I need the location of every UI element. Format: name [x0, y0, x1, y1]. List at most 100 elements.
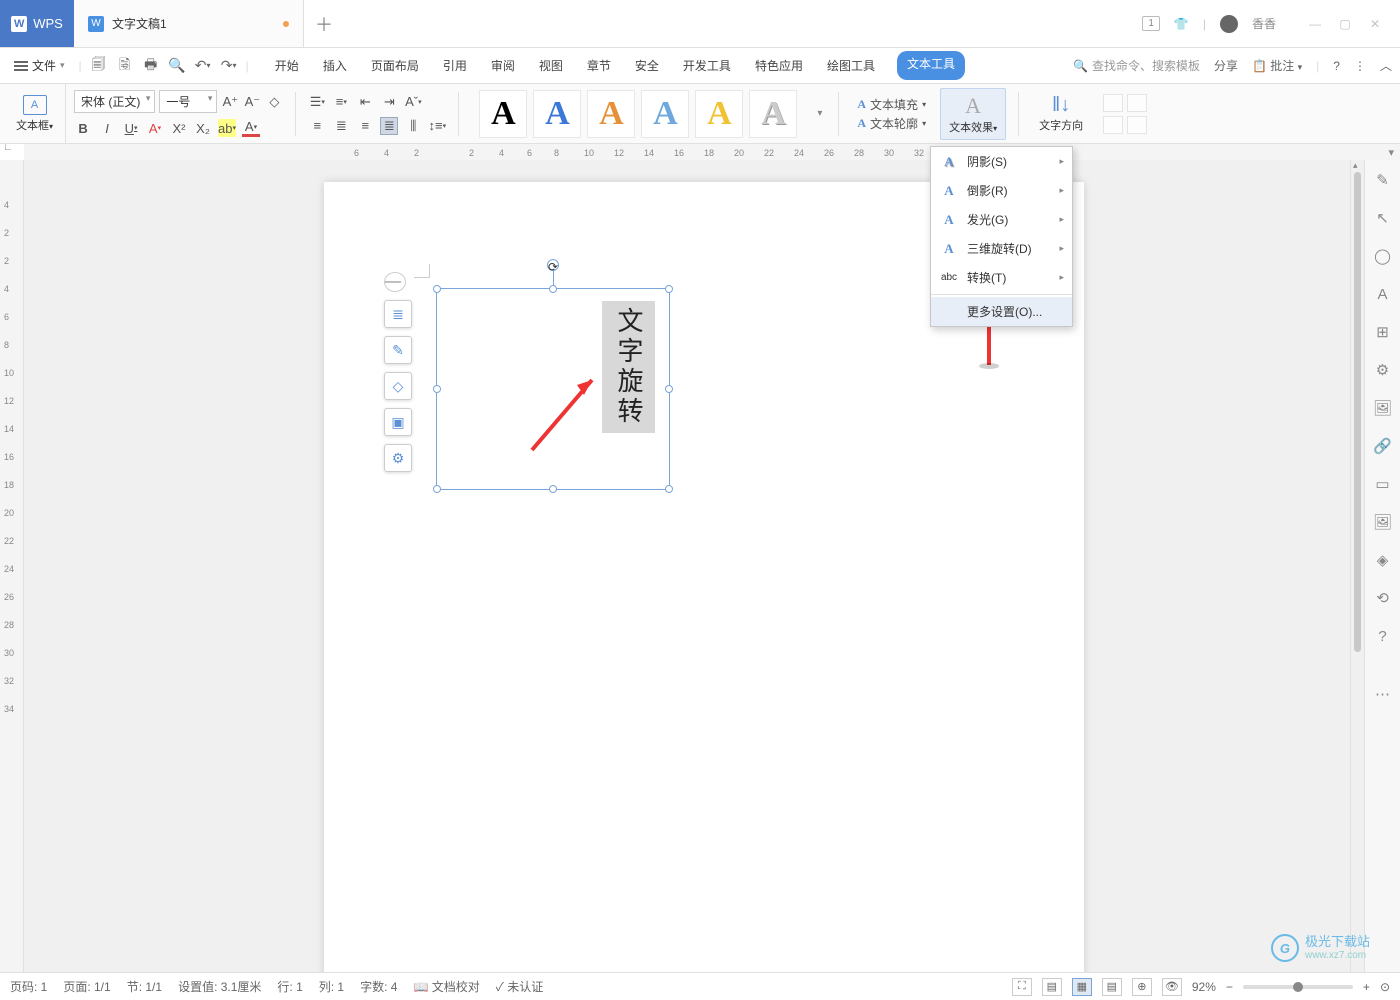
print-icon[interactable]: 🖶 — [142, 57, 160, 75]
subscript-icon[interactable]: X₂ — [194, 119, 212, 137]
read-view-icon[interactable]: ▤ — [1042, 978, 1062, 996]
wordart-style-0[interactable]: A — [479, 90, 527, 138]
wordart-style-4[interactable]: A — [695, 90, 743, 138]
clear-format-icon[interactable]: ◇ — [265, 93, 283, 111]
case-icon[interactable]: Aˇ▾ — [404, 93, 422, 111]
edit-shape-icon[interactable]: ✎ — [384, 336, 412, 364]
wordart-style-3[interactable]: A — [641, 90, 689, 138]
status-page-no[interactable]: 页码: 1 — [10, 978, 47, 995]
resize-handle[interactable] — [433, 285, 441, 293]
undo-icon[interactable]: ↶▾ — [194, 57, 212, 75]
layout-options-icon[interactable]: ≣ — [384, 300, 412, 328]
preview-icon[interactable]: 🔍 — [168, 57, 186, 75]
more-shape-icon[interactable]: ⚙ — [384, 444, 412, 472]
text-outline-button[interactable]: A 文本轮廓▾ — [857, 115, 926, 132]
zoom-value[interactable]: 92% — [1192, 980, 1216, 994]
comment-button[interactable]: 📋 批注 ▾ — [1252, 57, 1302, 74]
template-icon[interactable]: 🖼 — [1373, 398, 1393, 418]
document-area[interactable]: ⟳ 文字旋转 — ≣ ✎ ◇ ▣ ⚙ — [24, 160, 1350, 972]
select-icon[interactable]: ↖ — [1373, 208, 1393, 228]
next-textbox-icon[interactable] — [1127, 116, 1147, 134]
help-icon[interactable]: ? — [1333, 59, 1340, 73]
close-button[interactable]: ✕ — [1360, 9, 1390, 39]
align-center-icon[interactable]: ≣ — [332, 117, 350, 135]
print-preview-icon[interactable]: 🗟 — [116, 57, 134, 75]
dropdown-item-1[interactable]: A倒影(R)▸ — [931, 176, 1072, 205]
font-color-icon[interactable]: A▾ — [242, 119, 260, 137]
resize-handle[interactable] — [665, 385, 673, 393]
status-auth[interactable]: ✓ 未认证 — [496, 978, 544, 995]
prev-textbox-icon[interactable] — [1103, 116, 1123, 134]
wps-brand[interactable]: W WPS — [0, 0, 74, 47]
selected-text[interactable]: 文字旋转 — [602, 301, 655, 433]
dropdown-item-4[interactable]: abc转换(T)▸ — [931, 263, 1072, 292]
scrollbar-thumb[interactable] — [1354, 172, 1361, 652]
document-tab[interactable]: W 文字文稿1 — [74, 0, 304, 47]
zoom-in-icon[interactable]: + — [1363, 980, 1370, 994]
align-left-icon[interactable]: ≡ — [308, 117, 326, 135]
underline-icon[interactable]: U▾ — [122, 119, 140, 137]
align-justify-icon[interactable]: ≣ — [380, 117, 398, 135]
textbox-shape[interactable]: ⟳ 文字旋转 — [436, 288, 670, 490]
bold-icon[interactable]: B — [74, 119, 92, 137]
textbox-group[interactable]: A 文本框▾ — [10, 84, 66, 143]
more-sidebar-icon[interactable]: ⋯ — [1373, 684, 1393, 704]
bookmark-icon[interactable]: ▭ — [1373, 474, 1393, 494]
menu-tab-4[interactable]: 审阅 — [489, 51, 517, 80]
status-wordcount[interactable]: 字数: 4 — [360, 978, 397, 995]
superscript-icon[interactable]: X² — [170, 119, 188, 137]
fill-shape-icon[interactable]: ◇ — [384, 372, 412, 400]
fit-icon[interactable]: ⊙ — [1380, 980, 1390, 994]
menu-tab-8[interactable]: 开发工具 — [681, 51, 733, 80]
shield-icon[interactable]: ◈ — [1373, 550, 1393, 570]
strike-icon[interactable]: A▾ — [146, 119, 164, 137]
settings-icon[interactable]: ⚙ — [1373, 360, 1393, 380]
format-A-icon[interactable]: A — [1373, 284, 1393, 304]
avatar[interactable] — [1220, 15, 1238, 33]
menu-tab-9[interactable]: 特色应用 — [753, 51, 805, 80]
bullet-list-icon[interactable]: ☰▾ — [308, 93, 326, 111]
align-right-icon[interactable]: ≡ — [356, 117, 374, 135]
wordart-style-5[interactable]: A — [749, 90, 797, 138]
dropdown-more-settings[interactable]: 更多设置(O)... — [931, 297, 1072, 326]
menu-tab-11[interactable]: 文本工具 — [897, 51, 965, 80]
status-proof[interactable]: 📖 文档校对 — [413, 978, 479, 995]
menu-tab-0[interactable]: 开始 — [273, 51, 301, 80]
menu-tab-2[interactable]: 页面布局 — [369, 51, 421, 80]
more-icon[interactable]: ⋮ — [1354, 59, 1366, 73]
highlight-icon[interactable]: ab▾ — [218, 119, 236, 137]
collapse-toolbar-icon[interactable]: — — [384, 272, 406, 292]
zoom-out-icon[interactable]: − — [1226, 980, 1233, 994]
link-textbox-icon[interactable] — [1103, 94, 1123, 112]
indent-icon[interactable]: ⇥ — [380, 93, 398, 111]
dropdown-item-0[interactable]: A阴影(S)▸ — [931, 147, 1072, 176]
rotate-handle[interactable]: ⟳ — [547, 259, 559, 271]
shape-tool-icon[interactable]: ◯ — [1373, 246, 1393, 266]
table-icon[interactable]: ⊞ — [1373, 322, 1393, 342]
wrap-text-icon[interactable]: ▣ — [384, 408, 412, 436]
page-view-icon[interactable]: ▦ — [1072, 978, 1092, 996]
share-button[interactable]: 分享 — [1214, 57, 1238, 74]
resize-handle[interactable] — [665, 485, 673, 493]
username[interactable]: 香香 — [1252, 15, 1276, 32]
menu-tab-1[interactable]: 插入 — [321, 51, 349, 80]
dropdown-item-3[interactable]: A三维旋转(D)▸ — [931, 234, 1072, 263]
vertical-ruler[interactable]: 42246810121416182022242628303234 — [0, 160, 24, 972]
resize-handle[interactable] — [433, 485, 441, 493]
web-view-icon[interactable]: ⊕ — [1132, 978, 1152, 996]
shrink-font-icon[interactable]: A⁻ — [243, 93, 261, 111]
ruler-collapse-icon[interactable]: ▾ — [1388, 146, 1394, 159]
font-name-select[interactable]: 宋体 (正文) — [74, 90, 155, 113]
status-col[interactable]: 列: 1 — [319, 978, 344, 995]
resize-handle[interactable] — [665, 285, 673, 293]
history-icon[interactable]: ⟲ — [1373, 588, 1393, 608]
maximize-button[interactable]: ▢ — [1330, 9, 1360, 39]
new-tab-button[interactable]: ＋ — [304, 0, 344, 47]
save-icon[interactable]: 🗐 — [90, 57, 108, 75]
chain-icon[interactable]: 🔗 — [1373, 436, 1393, 456]
menu-tab-5[interactable]: 视图 — [537, 51, 565, 80]
apparel-icon[interactable]: 👕 — [1174, 17, 1189, 31]
vertical-scrollbar[interactable]: ▴ — [1350, 160, 1364, 972]
collapse-ribbon-icon[interactable]: ︿ — [1380, 57, 1392, 74]
number-list-icon[interactable]: ≡▾ — [332, 93, 350, 111]
